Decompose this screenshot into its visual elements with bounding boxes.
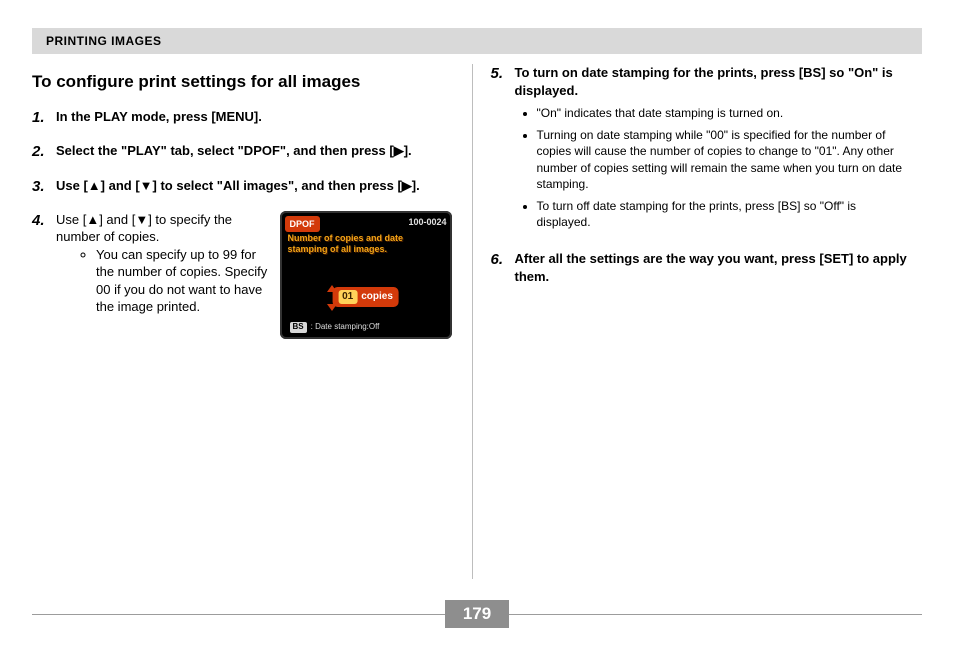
bs-key-label: BS xyxy=(290,322,307,333)
step-5-bullets: "On" indicates that date stamping is tur… xyxy=(515,105,911,230)
screen-banner-line1: Number of copies and date xyxy=(288,233,444,244)
left-steps: 1. In the PLAY mode, press [MENU]. 2. Se… xyxy=(32,108,452,339)
step-1: 1. In the PLAY mode, press [MENU]. xyxy=(32,108,452,128)
copies-count: 01 xyxy=(338,290,357,304)
right-column: 5. To turn on date stamping for the prin… xyxy=(491,64,923,579)
left-heading: To configure print settings for all imag… xyxy=(32,72,452,92)
step-text: After all the settings are the way you w… xyxy=(515,251,907,284)
screen-dpof-tag: DPOF xyxy=(285,216,320,232)
step-5: 5. To turn on date stamping for the prin… xyxy=(491,64,911,236)
copies-badge: 01 copies xyxy=(332,287,399,307)
bullet-item: Turning on date stamping while "00" is s… xyxy=(537,127,911,192)
step-6: 6. After all the settings are the way yo… xyxy=(491,250,911,285)
section-header: PRINTING IMAGES xyxy=(32,28,922,54)
footer-rule-right xyxy=(509,614,922,615)
camera-screen-illustration: DPOF 100-0024 Number of copies and date … xyxy=(280,211,452,339)
column-divider xyxy=(472,64,473,579)
step-text: Use [▲] and [▼] to specify the number of… xyxy=(56,212,232,245)
bullet-item: You can specify up to 99 for the number … xyxy=(96,246,270,316)
copies-label: copies xyxy=(361,290,393,304)
screen-banner-line2: stamping of all images. xyxy=(288,244,444,255)
step-number: 1. xyxy=(32,108,48,128)
step-3: 3. Use [▲] and [▼] to select "All images… xyxy=(32,177,452,197)
step-number: 6. xyxy=(491,250,507,285)
page-number: 179 xyxy=(445,600,509,628)
step-text: To turn on date stamping for the prints,… xyxy=(515,65,893,98)
step-number: 3. xyxy=(32,177,48,197)
screen-file-number: 100-0024 xyxy=(408,216,446,232)
right-steps: 5. To turn on date stamping for the prin… xyxy=(491,64,911,286)
step-2: 2. Select the "PLAY" tab, select "DPOF",… xyxy=(32,142,452,162)
bullet-item: "On" indicates that date stamping is tur… xyxy=(537,105,911,121)
date-stamping-status: : Date stamping:Off xyxy=(311,322,380,333)
page-footer: 179 xyxy=(32,600,922,628)
step-number: 4. xyxy=(32,211,48,339)
step-text: In the PLAY mode, press [MENU]. xyxy=(56,109,262,124)
screen-banner: Number of copies and date stamping of al… xyxy=(288,233,444,255)
manual-page: PRINTING IMAGES To configure print setti… xyxy=(0,0,954,646)
step-4: 4. Use [▲] and [▼] to specify the number… xyxy=(32,211,452,339)
footer-rule-left xyxy=(32,614,445,615)
step-number: 2. xyxy=(32,142,48,162)
step-number: 5. xyxy=(491,64,507,236)
left-column: To configure print settings for all imag… xyxy=(32,64,464,579)
screen-footer-bar: BS : Date stamping:Off xyxy=(286,320,446,335)
step-text: Select the "PLAY" tab, select "DPOF", an… xyxy=(56,143,412,158)
step-4-bullets: You can specify up to 99 for the number … xyxy=(56,246,270,316)
two-column-layout: To configure print settings for all imag… xyxy=(32,64,922,579)
bullet-item: To turn off date stamping for the prints… xyxy=(537,198,911,230)
step-text: Use [▲] and [▼] to select "All images", … xyxy=(56,178,420,193)
